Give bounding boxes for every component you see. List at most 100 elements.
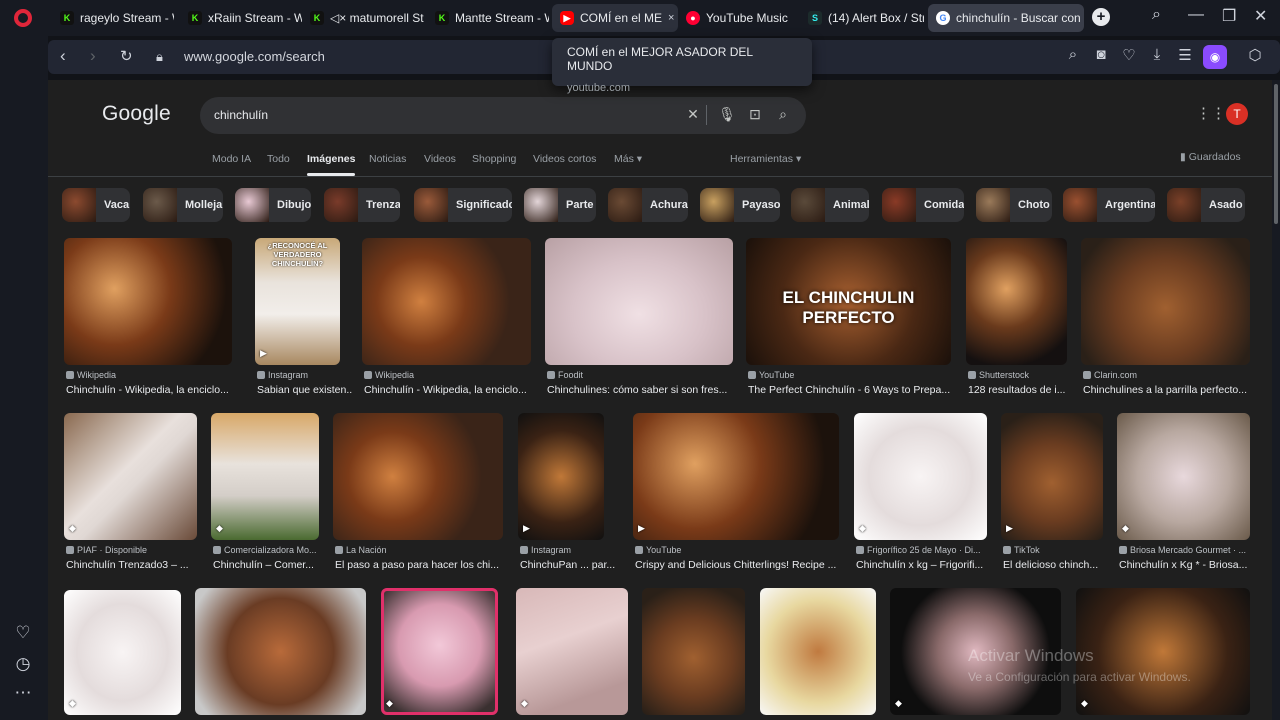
related-chip[interactable]: Significado	[414, 188, 512, 222]
result-title[interactable]: El paso a paso para hacer los chi...	[335, 559, 515, 571]
result-thumbnail[interactable]: ◆	[1117, 413, 1250, 540]
result-thumbnail[interactable]	[1081, 238, 1250, 365]
close-tab-icon[interactable]: ×	[668, 12, 674, 24]
lens-search-icon[interactable]: ⊡	[746, 106, 764, 123]
image-result[interactable]	[760, 588, 876, 720]
search-tab[interactable]: Noticias	[369, 153, 406, 165]
search-tab[interactable]: Shopping	[472, 153, 516, 165]
search-submit-icon[interactable]: ⌕	[774, 106, 792, 123]
result-thumbnail[interactable]: ▶	[633, 413, 839, 540]
result-title[interactable]: 128 resultados de i...	[968, 384, 1079, 396]
saved-button[interactable]: ▮ Guardados	[1180, 151, 1241, 163]
related-chip[interactable]: Vaca	[62, 188, 130, 222]
result-thumbnail[interactable]	[545, 238, 733, 365]
result-thumbnail[interactable]: ▶	[518, 413, 604, 540]
opera-logo-icon[interactable]	[14, 9, 32, 27]
more-icon[interactable]: ⋯	[12, 682, 34, 704]
extensions-cube-icon[interactable]: ⬡	[1245, 46, 1265, 64]
result-title[interactable]: Sabian que existen...	[257, 384, 352, 396]
related-chip[interactable]: Molleja	[143, 188, 223, 222]
image-result[interactable]: ◆ Comercializadora Mo... Chinchulín – Come…	[211, 413, 319, 580]
result-thumbnail[interactable]	[642, 588, 745, 715]
result-title[interactable]: Chinchulín x Kg * - Briosa...	[1119, 559, 1262, 571]
image-result[interactable]: EL CHINCHULIN PERFECTO YouTube The Perfect…	[746, 238, 951, 405]
result-thumbnail[interactable]: ◆	[854, 413, 987, 540]
related-chip[interactable]: Comida	[882, 188, 964, 222]
image-result[interactable]: ◆ PIAF · Disponible Chinchulín Trenzado3 –…	[64, 413, 197, 580]
browser-tab[interactable]: Gchinchulín - Buscar con G	[928, 4, 1084, 32]
google-logo[interactable]: Google	[102, 102, 171, 126]
image-result[interactable]: Wikipedia Chinchulín - Wikipedia, la enci…	[64, 238, 232, 405]
related-chip[interactable]: Trenza	[324, 188, 400, 222]
clear-search-icon[interactable]: ✕	[684, 106, 702, 123]
result-thumbnail[interactable]: EL CHINCHULIN PERFECTO	[746, 238, 951, 365]
related-chip[interactable]: Payaso	[700, 188, 780, 222]
related-chip[interactable]: Parte	[524, 188, 596, 222]
image-result[interactable]	[642, 588, 745, 720]
search-tab[interactable]: Todo	[267, 153, 290, 165]
image-result[interactable]: ▶ TikTok El delicioso chinch...	[1001, 413, 1103, 580]
image-result[interactable]: ◆	[64, 590, 181, 720]
result-thumbnail[interactable]: ◆	[516, 588, 628, 715]
close-window-icon[interactable]: ✕	[1254, 6, 1267, 26]
result-title[interactable]: Chinchulín - Wikipedia, la enciclo...	[66, 384, 244, 396]
browser-tab[interactable]: Krageylo Stream - W	[52, 4, 174, 32]
easy-setup-icon[interactable]: ☰	[1175, 46, 1195, 64]
result-title[interactable]: The Perfect Chinchulín - 6 Ways to Prepa…	[748, 384, 963, 396]
download-icon[interactable]: ⤓	[1147, 46, 1167, 63]
related-chip[interactable]: Animal	[791, 188, 869, 222]
image-result[interactable]: ◆ Frigorífico 25 de Mayo · Di... Chinchulí…	[854, 413, 987, 580]
search-tab[interactable]: Más ▾	[614, 153, 642, 165]
result-title[interactable]: Chinchulín Trenzado3 – ...	[66, 559, 209, 571]
result-thumbnail[interactable]: ▶	[1001, 413, 1103, 540]
image-result[interactable]	[195, 588, 366, 720]
related-chip[interactable]: Asado	[1167, 188, 1245, 222]
search-tabs-icon[interactable]: ⌕	[1152, 6, 1161, 24]
result-title[interactable]: El delicioso chinch...	[1003, 559, 1115, 571]
related-chip[interactable]: Dibujo	[235, 188, 311, 222]
result-title[interactable]: Chinchulín - Wikipedia, la enciclo...	[364, 384, 543, 396]
back-icon[interactable]: ‹	[60, 46, 66, 66]
bookmark-heart-icon[interactable]: ♡	[1119, 46, 1139, 64]
result-thumbnail[interactable]	[760, 588, 876, 715]
result-thumbnail[interactable]	[333, 413, 503, 540]
browser-tab[interactable]: K Mantte Stream - W	[427, 4, 549, 32]
result-thumbnail[interactable]	[966, 238, 1067, 365]
related-chip[interactable]: Argentina	[1063, 188, 1155, 222]
browser-tab[interactable]: K ◁× matumorell Stre	[302, 4, 424, 32]
result-thumbnail[interactable]: ◆	[1076, 588, 1250, 715]
result-thumbnail[interactable]: ◆	[64, 590, 181, 715]
reload-icon[interactable]: ↻	[120, 47, 133, 65]
result-title[interactable]: ChinchuPan ... par...	[520, 559, 616, 571]
search-tab[interactable]: Modo IA	[212, 153, 251, 165]
maximize-icon[interactable]: ❐	[1222, 6, 1236, 26]
search-tab[interactable]: Imágenes	[307, 153, 356, 176]
related-chip[interactable]: Choto	[976, 188, 1052, 222]
scrollbar-thumb[interactable]	[1274, 84, 1278, 224]
browser-tab[interactable]: S (14) Alert Box / Stre	[800, 4, 924, 32]
tools-menu[interactable]: Herramientas ▾	[730, 153, 801, 165]
profile-avatar[interactable]: ◉	[1203, 45, 1227, 69]
image-result[interactable]: Wikipedia Chinchulín - Wikipedia, la enci…	[362, 238, 531, 405]
new-tab-button[interactable]: +	[1092, 8, 1110, 26]
image-result[interactable]: Foodit Chinchulines: cómo saber si son fr…	[545, 238, 733, 405]
search-box[interactable]: chinchulín ✕ 🎙︎ ⊡ ⌕	[200, 97, 806, 134]
search-tab[interactable]: Videos	[424, 153, 456, 165]
zoom-search-icon[interactable]: ⌕	[1063, 46, 1083, 63]
image-result[interactable]: ◆	[381, 588, 498, 720]
browser-tab[interactable]: ● YouTube Music	[678, 4, 800, 32]
image-result[interactable]: Shutterstock 128 resultados de i...	[966, 238, 1067, 405]
forward-icon[interactable]: ›	[90, 46, 96, 66]
image-result[interactable]: Clarin.com Chinchulines a la parrilla per…	[1081, 238, 1250, 405]
result-title[interactable]: Chinchulines a la parrilla perfecto...	[1083, 384, 1262, 396]
result-thumbnail[interactable]: ◆	[64, 413, 197, 540]
result-thumbnail[interactable]	[195, 588, 366, 715]
image-result[interactable]: ▶ YouTube Crispy and Delicious Chitterling…	[633, 413, 839, 580]
result-thumbnail[interactable]: ◆	[211, 413, 319, 540]
result-thumbnail[interactable]: ¿RECONOCÉ AL VERDADERO CHINCHULÍN? ▶	[255, 238, 340, 365]
image-result[interactable]: ▶ Instagram ChinchuPan ... par...	[518, 413, 615, 580]
result-title[interactable]: Crispy and Delicious Chitterlings! Recip…	[635, 559, 851, 571]
result-title[interactable]: Chinchulín – Comer...	[213, 559, 331, 571]
result-thumbnail[interactable]	[64, 238, 232, 365]
image-result[interactable]: ◆	[1076, 588, 1250, 720]
